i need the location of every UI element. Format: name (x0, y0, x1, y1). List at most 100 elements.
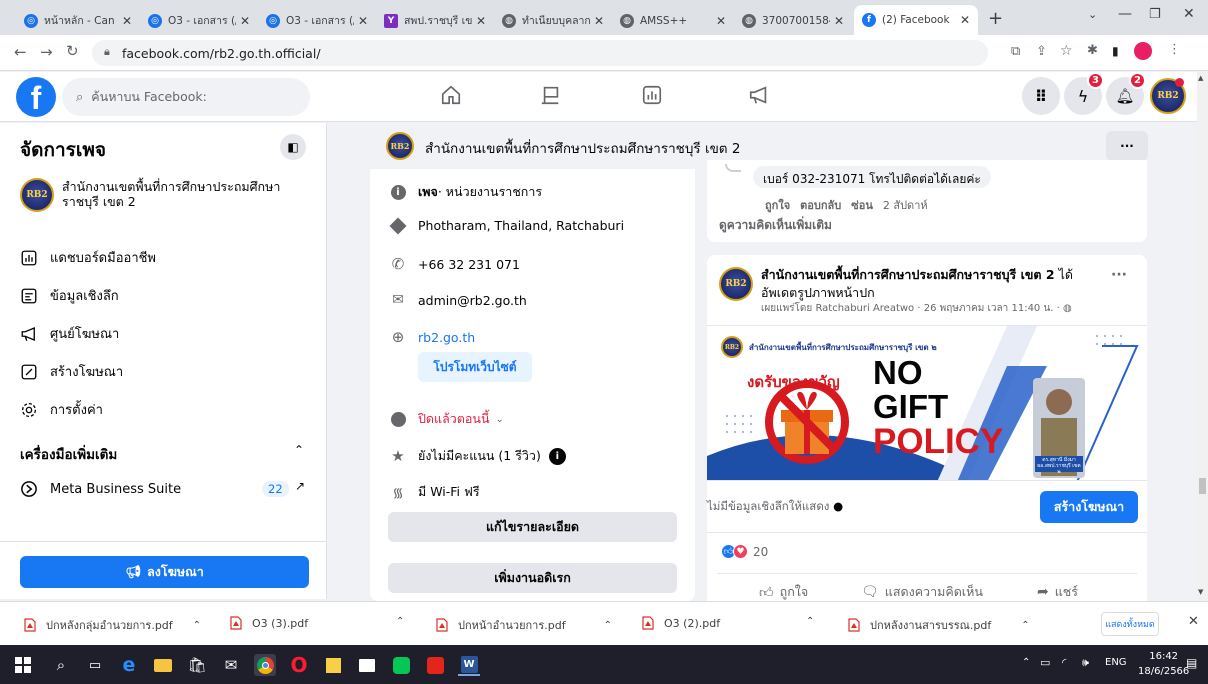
close-window-icon[interactable]: ✕ (1183, 6, 1195, 22)
megaphone-icon[interactable] (748, 84, 770, 106)
collapse-chevron-icon[interactable]: ⌃ (294, 443, 304, 457)
minimize-icon[interactable]: — (1118, 6, 1132, 22)
post-author-name[interactable]: สำนักงานเขตพื้นที่การศึกษาประถมศึกษาราชบ… (761, 267, 1055, 282)
task-view-icon[interactable]: ▭ (84, 654, 106, 676)
browser-tab-active[interactable]: f (2) Facebook ✕ (854, 5, 978, 35)
share-icon[interactable]: ⇪ (1036, 44, 1047, 59)
scrollbar-thumb[interactable] (1199, 478, 1206, 494)
page-scrollbar[interactable]: ▲ ▼ (1197, 72, 1208, 601)
browser-tab[interactable]: ◍ AMSS++ ✕ (612, 6, 734, 35)
sidebar-item-create-ad[interactable]: สร้างโฆษณา (20, 361, 123, 382)
chrome-icon[interactable] (254, 654, 276, 676)
browser-tab[interactable]: ◎ O3 - เอกสาร (/ ✕ (140, 6, 258, 35)
page-avatar[interactable]: RB2 (20, 178, 54, 212)
boost-post-button[interactable]: สร้างโฆษณา (1040, 491, 1138, 523)
collapse-sidebar-icon[interactable]: ◧ (280, 134, 306, 160)
menu-grid-button[interactable]: ⠿ (1022, 77, 1060, 115)
browser-tab[interactable]: ◎ O3 - เอกสาร (/ ✕ (258, 6, 376, 35)
flag-icon[interactable] (540, 84, 562, 106)
edit-details-button[interactable]: แก้ไขรายละเอียด (388, 512, 677, 542)
external-link-icon[interactable]: ↗ (295, 479, 305, 493)
download-item[interactable]: ปกหลังงานสารบรรณ.pdf ⌃ (848, 616, 1030, 634)
new-tab-icon[interactable]: + (988, 8, 1003, 29)
insights-icon[interactable] (641, 84, 663, 106)
rating-info-icon[interactable]: i (548, 447, 566, 465)
scroll-down-icon[interactable]: ▼ (1198, 588, 1203, 596)
download-item[interactable]: ปกหน้าอำนวยการ.pdf ⌃ (436, 616, 612, 634)
sticky-notes-icon[interactable] (322, 654, 344, 676)
show-all-downloads-button[interactable]: แสดงทั้งหมด (1101, 612, 1159, 636)
store-icon[interactable]: 🛍︎ (186, 654, 208, 676)
url-bar[interactable]: 🔒︎ facebook.com/rb2.go.th.official/ (92, 40, 988, 66)
cover-photo-banner[interactable]: RB2 สำนักงานเขตพื้นที่การศึกษาประถมศึกษา… (707, 325, 1147, 481)
back-icon[interactable]: ← (14, 43, 27, 61)
word-icon[interactable]: W (458, 654, 480, 676)
action-center-icon[interactable]: ▤ (1186, 656, 1197, 670)
comment-hide-link[interactable]: ซ่อน (851, 196, 873, 214)
network-icon[interactable]: ▭ (1040, 656, 1050, 669)
sidebar-page-name[interactable]: สำนักงานเขตพื้นที่การศึกษาประถมศึกษาราชบ… (62, 179, 302, 209)
reload-icon[interactable]: ↻ (66, 42, 79, 60)
facebook-search-input[interactable]: ⌕ ค้นหาบน Facebook: (62, 78, 310, 116)
meta-business-suite-link[interactable]: Meta Business Suite (20, 480, 181, 498)
file-explorer-icon[interactable] (152, 654, 174, 676)
post-more-icon[interactable]: ··· (1111, 267, 1127, 283)
tab-close-icon[interactable]: ✕ (960, 13, 970, 27)
post-comment-button[interactable]: 🗨︎ แสดงความคิดเห็น (861, 582, 983, 602)
reaction-summary[interactable]: 👍︎ ♥ 20 (721, 544, 768, 559)
chrome-menu-icon[interactable]: ⋮ (1168, 42, 1181, 57)
chevron-up-icon[interactable]: ⌃ (193, 620, 201, 631)
photos-icon[interactable] (356, 654, 378, 676)
volume-icon[interactable]: 🕪︎ (1082, 656, 1089, 670)
show-hidden-icons-icon[interactable]: ⌃ (1022, 657, 1030, 668)
download-item[interactable]: ปกหลังกลุ่มอำนวยการ.pdf ⌃ (24, 616, 201, 634)
close-downloads-icon[interactable]: ✕ (1188, 614, 1199, 629)
page-hours[interactable]: ปิดแล้วตอนนี้ ⌄ (388, 409, 504, 429)
restore-icon[interactable]: ❐ (1149, 7, 1161, 22)
comment-reply-link[interactable]: ตอบกลับ (800, 196, 841, 214)
install-icon[interactable]: ⧉ (1011, 44, 1020, 59)
sidebar-item-insights[interactable]: ข้อมูลเชิงลึก (20, 285, 119, 306)
chevron-up-icon[interactable]: ⌃ (604, 620, 612, 631)
tab-close-icon[interactable]: ✕ (240, 14, 250, 28)
acrobat-icon[interactable] (424, 654, 446, 676)
browser-tab[interactable]: ◍ ทำเนียบบุคลาก ✕ (494, 6, 612, 35)
chevron-up-icon[interactable]: ⌃ (396, 616, 404, 627)
post-share-button[interactable]: ➦ แชร์ (1037, 582, 1078, 602)
post-like-button[interactable]: 👍︎ ถูกใจ (759, 582, 808, 602)
sidebar-item-dashboard[interactable]: แดชบอร์ดมืออาชีพ (20, 247, 156, 268)
view-more-comments-link[interactable]: ดูความคิดเห็นเพิ่มเติม (719, 216, 832, 235)
tab-close-icon[interactable]: ✕ (476, 14, 486, 28)
wifi-icon[interactable]: ◜ (1062, 656, 1066, 669)
scroll-up-icon[interactable]: ▲ (1198, 74, 1203, 82)
windows-start-icon[interactable] (12, 654, 34, 676)
tab-close-icon[interactable]: ✕ (716, 14, 726, 28)
opera-icon[interactable]: O (288, 653, 310, 677)
home-icon[interactable] (440, 84, 462, 106)
page-name-title[interactable]: สำนักงานเขตพื้นที่การศึกษาประถมศึกษาราชบ… (425, 137, 740, 159)
download-item[interactable]: O3 (2).pdf (642, 616, 720, 630)
search-icon[interactable]: ⌕ (50, 654, 72, 676)
chevron-up-icon[interactable]: ⌃ (806, 616, 814, 627)
sidebar-item-settings[interactable]: การตั้งค่า (20, 399, 103, 420)
tab-close-icon[interactable]: ✕ (594, 14, 604, 28)
language-indicator[interactable]: ENG (1105, 657, 1127, 668)
mail-icon[interactable]: ✉ (220, 654, 242, 676)
page-avatar-small[interactable]: RB2 (386, 132, 414, 160)
extensions-icon[interactable]: ✱ (1087, 43, 1098, 58)
browser-tab[interactable]: Y สพป.ราชบุรี เข ✕ (376, 6, 494, 35)
line-icon[interactable] (390, 654, 412, 676)
facebook-logo-icon[interactable]: f (16, 77, 56, 117)
download-item[interactable]: O3 (3).pdf (230, 616, 308, 630)
side-panel-icon[interactable]: ▮ (1112, 44, 1119, 58)
sidebar-item-ad-center[interactable]: ศูนย์โฆษณา (20, 323, 119, 344)
promote-website-button[interactable]: โปรโมทเว็บไซต์ (418, 352, 532, 382)
bookmark-star-icon[interactable]: ☆ (1060, 43, 1073, 59)
browser-tab[interactable]: ◎ หน้าหลัก - Can ✕ (16, 6, 140, 35)
tab-close-icon[interactable]: ✕ (122, 14, 132, 28)
edge-icon[interactable]: e (118, 654, 140, 676)
add-hobbies-button[interactable]: เพิ่มงานอดิเรก (388, 563, 677, 593)
promote-button[interactable]: 📢︎ ลงโฆษณา (20, 556, 309, 588)
tab-search-icon[interactable]: ⌄ (1088, 8, 1097, 21)
post-author-avatar[interactable]: RB2 (719, 267, 753, 301)
